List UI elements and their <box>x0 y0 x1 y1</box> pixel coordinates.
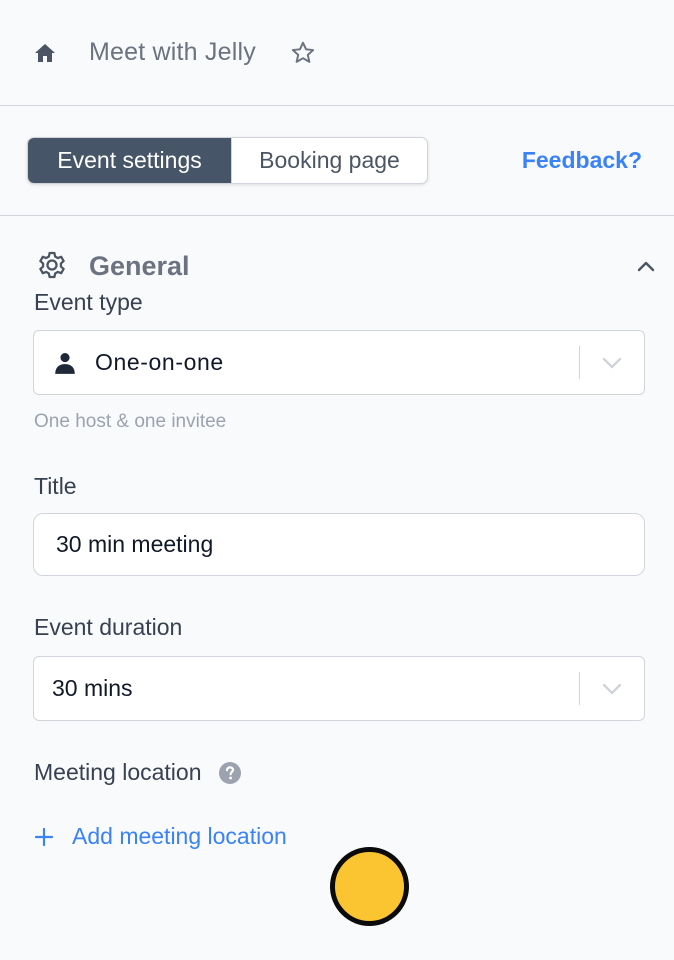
title-input-wrapper <box>33 513 645 576</box>
section-title: General <box>89 250 190 281</box>
cursor-marker <box>330 847 409 926</box>
tab-event-settings[interactable]: Event settings <box>28 138 231 183</box>
event-duration-select[interactable]: 30 mins <box>33 656 645 721</box>
view-segmented-control: Event settings Booking page <box>27 137 428 184</box>
meeting-location-label: Meeting location <box>34 759 202 785</box>
event-duration-label: Event duration <box>34 614 183 640</box>
title-input[interactable] <box>56 531 616 558</box>
tabs-row: Event settings Booking page Feedback? <box>0 106 674 216</box>
event-type-hint: One host & one invitee <box>34 411 227 432</box>
add-meeting-location-button[interactable]: Add meeting location <box>0 823 674 850</box>
add-meeting-location-label: Add meeting location <box>72 823 287 849</box>
person-icon <box>52 349 80 377</box>
home-icon[interactable] <box>33 41 57 65</box>
feedback-link[interactable]: Feedback? <box>522 147 642 174</box>
chevron-down-icon[interactable] <box>580 682 644 696</box>
gear-icon <box>35 248 71 284</box>
page-header: Meet with Jelly <box>0 0 674 106</box>
meeting-location-label-row: Meeting location <box>0 759 674 786</box>
page-title: Meet with Jelly <box>89 38 256 66</box>
chevron-down-icon[interactable] <box>580 356 644 370</box>
event-duration-value: 30 mins <box>52 675 133 701</box>
star-icon[interactable] <box>290 40 316 66</box>
chevron-up-icon[interactable] <box>636 255 658 277</box>
plus-icon <box>34 826 56 848</box>
event-type-select[interactable]: One-on-one <box>33 330 645 395</box>
event-type-label: Event type <box>34 289 143 315</box>
help-circle-icon[interactable] <box>218 761 242 785</box>
tab-booking-page[interactable]: Booking page <box>231 138 427 183</box>
event-type-value: One-on-one <box>95 349 224 375</box>
title-label: Title <box>34 473 77 499</box>
